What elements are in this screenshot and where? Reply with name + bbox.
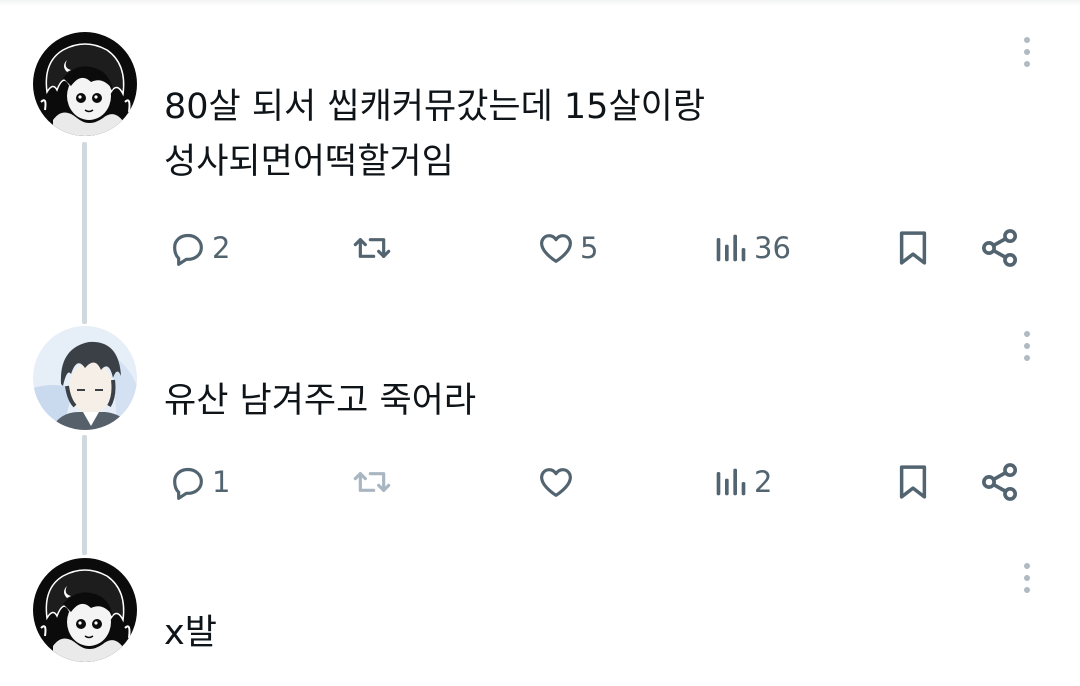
post-text: x발	[164, 613, 217, 653]
more-icon-dot	[1024, 575, 1030, 581]
more-icon	[1024, 563, 1030, 569]
more-icon-dot	[1024, 587, 1030, 593]
post: x발	[0, 0, 1080, 686]
more-options-button[interactable]	[1010, 558, 1044, 598]
avatar[interactable]	[33, 558, 137, 662]
